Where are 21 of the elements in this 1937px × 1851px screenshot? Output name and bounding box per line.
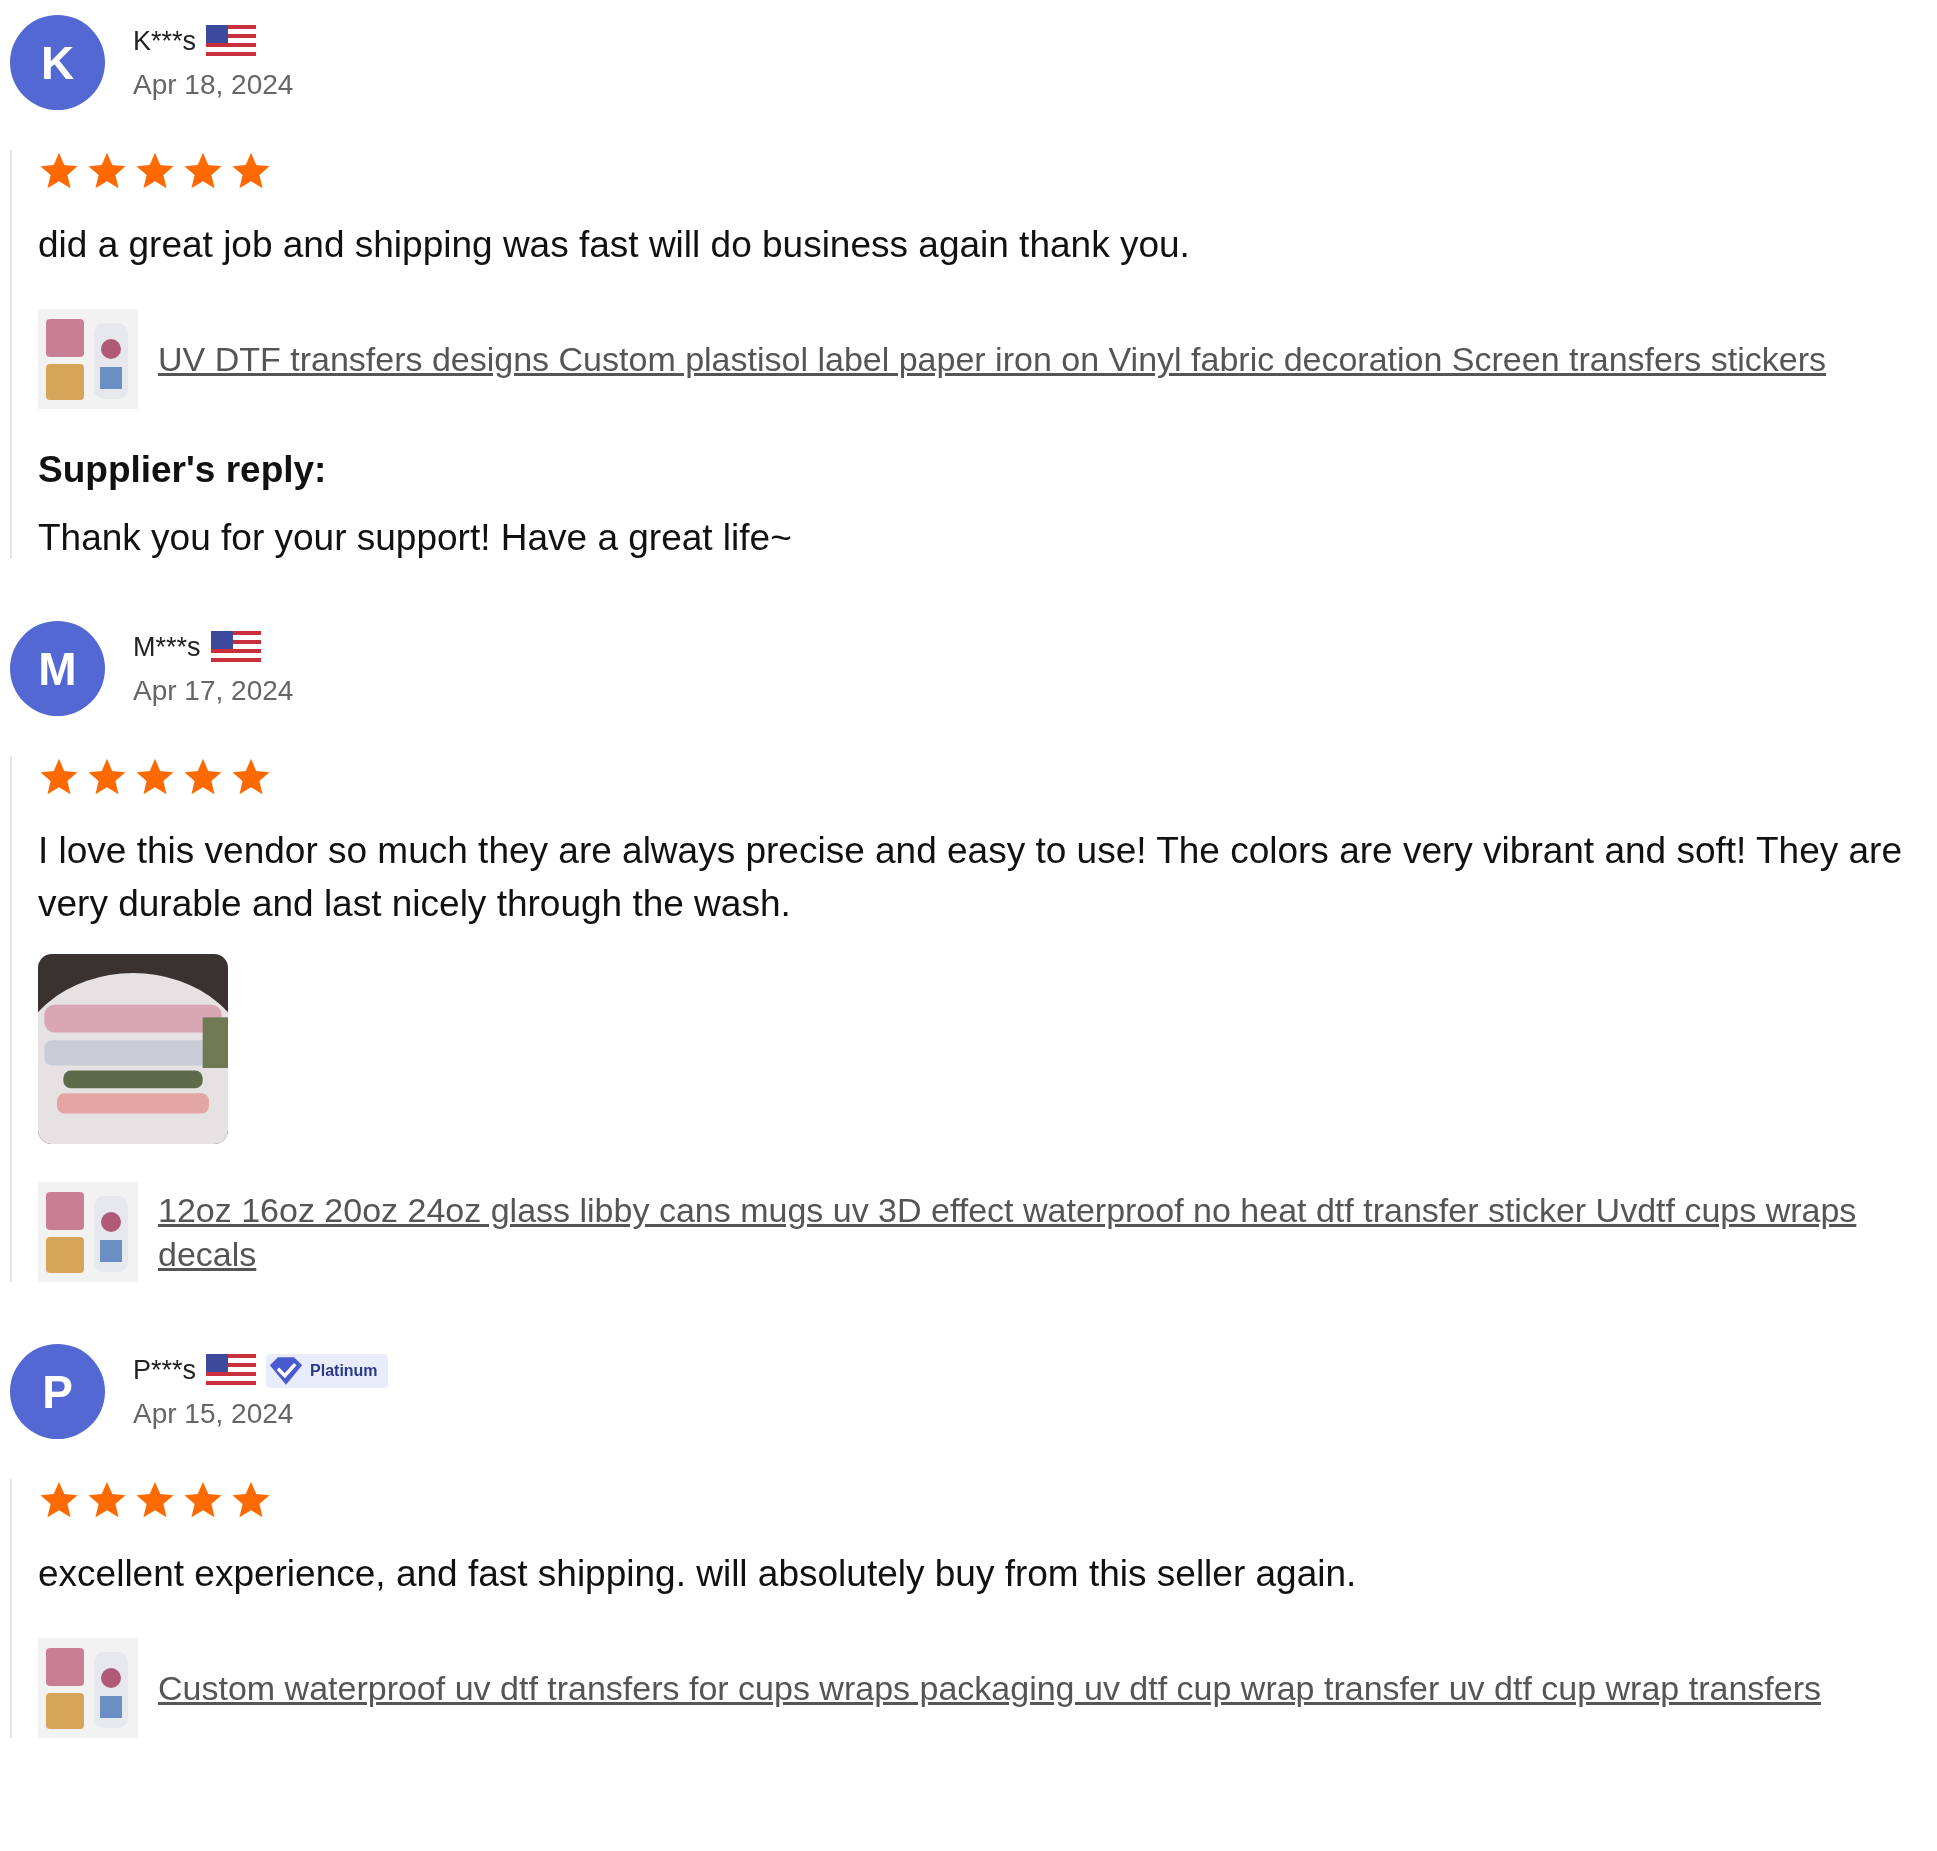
reviewer-name: P***s: [133, 1355, 197, 1386]
avatar: K: [10, 15, 105, 110]
flag-icon: [210, 630, 261, 665]
membership-badge: Platinum: [266, 1353, 388, 1388]
flag-icon: [206, 24, 257, 59]
flag-icon: [206, 1353, 257, 1388]
reviewer-name: M***s: [133, 632, 201, 663]
reply-text: Thank you for your support! Have a great life~: [38, 517, 793, 559]
product-link[interactable]: UV DTF transfers designs Custom plastisol label paper iron on Vinyl fabric decoration Screen transfers stickers: [158, 337, 1826, 381]
review-text: I love this vendor so much they are always precise and easy to use! The colors are very vibrant and soft! They are very durable and last nicely through the wash.: [38, 829, 1903, 926]
reviewer-name: K***s: [133, 26, 197, 57]
product-link[interactable]: 12oz 16oz 20oz 24oz glass libby cans mugs uv 3D effect waterproof no heat dtf transfer sticker Uvdtf cups wraps decals: [158, 1188, 1925, 1276]
review-date: Apr 15, 2024: [133, 1397, 295, 1430]
review-date: Apr 18, 2024: [133, 68, 294, 101]
reply-label: Supplier's reply:: [38, 449, 328, 491]
review-text: did a great job and shipping was fast will do business again thank you.: [38, 223, 1191, 267]
product-link[interactable]: Custom waterproof uv dtf transfers for cups wraps packaging uv dtf cup wrap transfer uv dtf cup wrap transfers: [158, 1666, 1821, 1710]
avatar: M: [10, 621, 105, 716]
avatar: P: [10, 1344, 105, 1439]
review-date: Apr 17, 2024: [133, 674, 294, 707]
review-text: excellent experience, and fast shipping. will absolutely buy from this seller again.: [38, 1552, 1358, 1596]
